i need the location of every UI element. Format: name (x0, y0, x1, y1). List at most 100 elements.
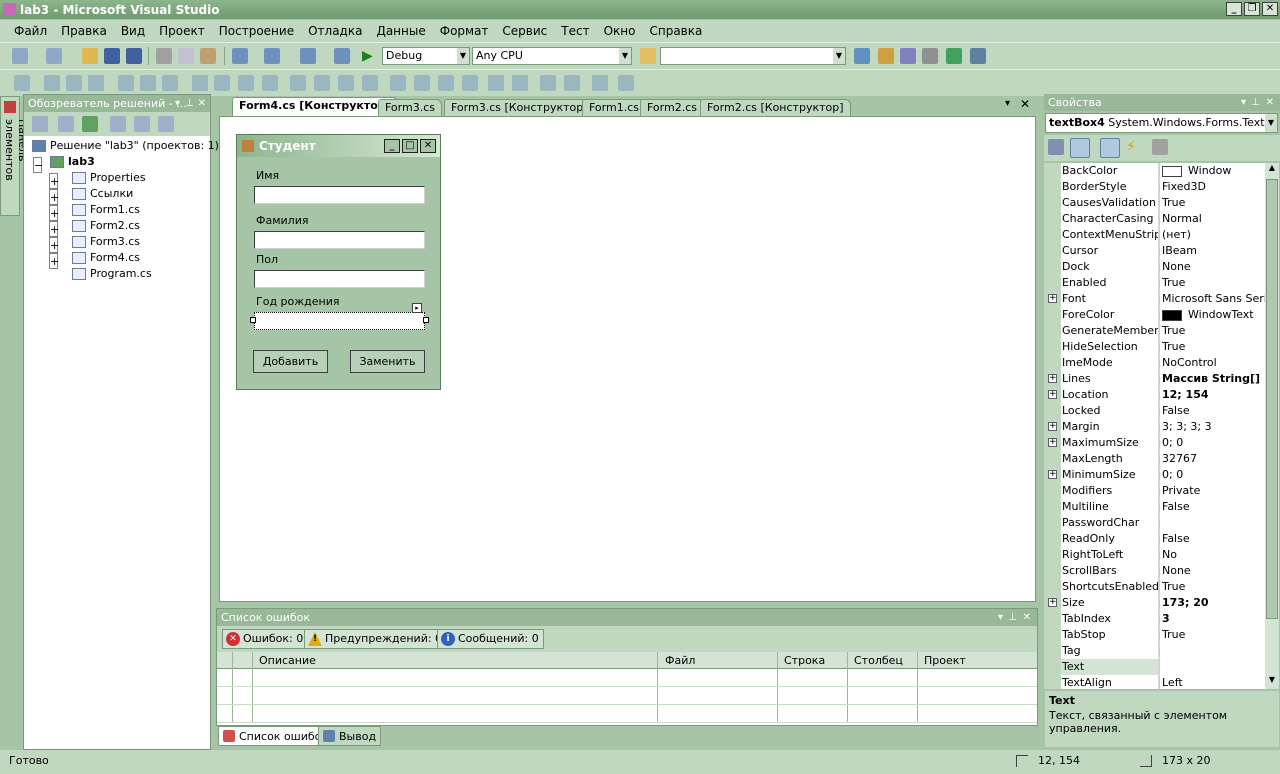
property-row[interactable]: ReadOnly False (1045, 531, 1265, 547)
object-selector[interactable]: textBox4 System.Windows.Forms.TextBox ▼ (1045, 113, 1278, 133)
textbox-name[interactable] (254, 186, 425, 204)
property-value[interactable]: 32767 (1160, 451, 1265, 467)
tree-item-form3[interactable]: Form3.cs (72, 234, 140, 250)
property-value[interactable]: 12; 154 (1160, 387, 1265, 403)
layout-tool-icon[interactable] (214, 75, 230, 91)
menu-item-7[interactable]: Формат (433, 24, 496, 38)
properties-icon[interactable] (878, 48, 894, 64)
property-row[interactable]: ContextMenuStrip (нет) (1045, 227, 1265, 243)
expand-icon[interactable]: + (49, 173, 59, 189)
property-row[interactable]: ShortcutsEnabled True (1045, 579, 1265, 595)
redo-icon[interactable] (264, 48, 280, 64)
menu-item-9[interactable]: Тест (554, 24, 596, 38)
property-row[interactable]: Multiline False (1045, 499, 1265, 515)
property-row[interactable]: + MaximumSize 0; 0 (1045, 435, 1265, 451)
property-row[interactable]: Text (1045, 659, 1265, 675)
project-node[interactable]: lab3 (50, 154, 95, 170)
navigate-forward-icon[interactable] (334, 48, 350, 64)
property-value[interactable] (1160, 659, 1265, 675)
errors-filter-button[interactable]: ✕ Ошибок: 0 (222, 629, 309, 649)
property-value[interactable]: Window (1160, 163, 1265, 179)
paste-icon[interactable] (200, 48, 216, 64)
layout-tool-icon[interactable] (88, 75, 104, 91)
close-window-button[interactable]: ✕ (1262, 2, 1278, 16)
property-row[interactable]: Dock None (1045, 259, 1265, 275)
tree-item-properties[interactable]: Properties (72, 170, 146, 186)
property-row[interactable]: GenerateMember True (1045, 323, 1265, 339)
property-value[interactable] (1160, 515, 1265, 531)
property-row[interactable]: + Size 173; 20 (1045, 595, 1265, 611)
property-row[interactable]: Cursor IBeam (1045, 243, 1265, 259)
menu-item-11[interactable]: Справка (642, 24, 709, 38)
property-value[interactable]: True (1160, 339, 1265, 355)
layout-tool-icon[interactable] (290, 75, 306, 91)
object-browser-icon[interactable] (900, 48, 916, 64)
dropdown-icon[interactable]: ▾ (998, 609, 1003, 626)
property-row[interactable]: TabIndex 3 (1045, 611, 1265, 627)
find-combo[interactable]: ▼ (660, 47, 846, 65)
tree-item-program[interactable]: Program.cs (72, 266, 152, 282)
expand-icon[interactable]: + (1048, 390, 1057, 399)
layout-tool-icon[interactable] (414, 75, 430, 91)
tree-item-references[interactable]: Ссылки (72, 186, 133, 202)
pin-icon[interactable]: ⊥ (185, 95, 194, 112)
scroll-thumb[interactable] (1266, 179, 1278, 619)
tab-output[interactable]: Вывод (318, 726, 382, 746)
alphabetical-icon[interactable] (1070, 138, 1090, 158)
tree-item-form1[interactable]: Form1.cs (72, 202, 140, 218)
property-value[interactable]: None (1160, 563, 1265, 579)
menu-item-8[interactable]: Сервис (495, 24, 554, 38)
resize-handle[interactable] (423, 317, 429, 323)
property-value[interactable]: True (1160, 627, 1265, 643)
property-row[interactable]: + MinimumSize 0; 0 (1045, 467, 1265, 483)
platform-combo[interactable]: Any CPU ▼ (472, 47, 632, 65)
column-project[interactable]: Проект (924, 654, 966, 667)
expand-icon[interactable]: + (49, 205, 59, 221)
property-value[interactable]: WindowText (1160, 307, 1265, 323)
layout-tool-icon[interactable] (390, 75, 406, 91)
find-in-files-icon[interactable] (640, 48, 656, 64)
toolbox-tab[interactable]: Панель элементов (0, 96, 29, 216)
layout-tool-icon[interactable] (140, 75, 156, 91)
property-value[interactable]: 3 (1160, 611, 1265, 627)
doc-tab-4[interactable]: Form2.cs (640, 99, 704, 116)
scroll-up-icon[interactable]: ▲ (1265, 163, 1279, 177)
menu-item-1[interactable]: Правка (54, 24, 114, 38)
expand-icon[interactable]: + (49, 221, 59, 237)
layout-tool-icon[interactable] (618, 75, 634, 91)
property-row[interactable]: Modifiers Private (1045, 483, 1265, 499)
doc-tab-0[interactable]: Form4.cs [Конструктор] (232, 97, 398, 116)
property-value[interactable]: 0; 0 (1160, 435, 1265, 451)
restore-button[interactable]: ❐ (1244, 2, 1260, 16)
messages-filter-button[interactable]: i Сообщений: 0 (437, 629, 544, 649)
menu-item-10[interactable]: Окно (597, 24, 643, 38)
property-row[interactable]: Locked False (1045, 403, 1265, 419)
layout-tool-icon[interactable] (66, 75, 82, 91)
property-value[interactable]: 3; 3; 3; 3 (1160, 419, 1265, 435)
property-value[interactable]: 173; 20 (1160, 595, 1265, 611)
copy-icon[interactable] (178, 48, 194, 64)
configuration-combo[interactable]: Debug ▼ (382, 47, 470, 65)
property-row[interactable]: ForeColor WindowText (1045, 307, 1265, 323)
class-diagram-icon[interactable] (158, 116, 174, 132)
layout-tool-icon[interactable] (488, 75, 504, 91)
property-value[interactable]: False (1160, 531, 1265, 547)
property-row[interactable]: BackColor Window (1045, 163, 1265, 179)
properties-scrollbar[interactable]: ▲ ▼ (1265, 163, 1279, 689)
layout-tool-icon[interactable] (462, 75, 478, 91)
property-value[interactable]: False (1160, 403, 1265, 419)
collapse-icon[interactable]: − (33, 157, 43, 173)
menu-item-0[interactable]: Файл (7, 24, 54, 38)
layout-tool-icon[interactable] (314, 75, 330, 91)
expand-icon[interactable]: + (1048, 294, 1057, 303)
layout-tool-icon[interactable] (338, 75, 354, 91)
new-project-icon[interactable] (12, 48, 28, 64)
label-gender[interactable]: Пол (256, 253, 278, 266)
close-document-icon[interactable]: ✕ (1020, 97, 1030, 111)
layout-tool-icon[interactable] (540, 75, 556, 91)
property-value[interactable]: IBeam (1160, 243, 1265, 259)
tab-error-list[interactable]: Список ошибок (218, 726, 334, 746)
tree-item-form2[interactable]: Form2.cs (72, 218, 140, 234)
property-value[interactable]: No (1160, 547, 1265, 563)
column-column[interactable]: Столбец (854, 654, 903, 667)
